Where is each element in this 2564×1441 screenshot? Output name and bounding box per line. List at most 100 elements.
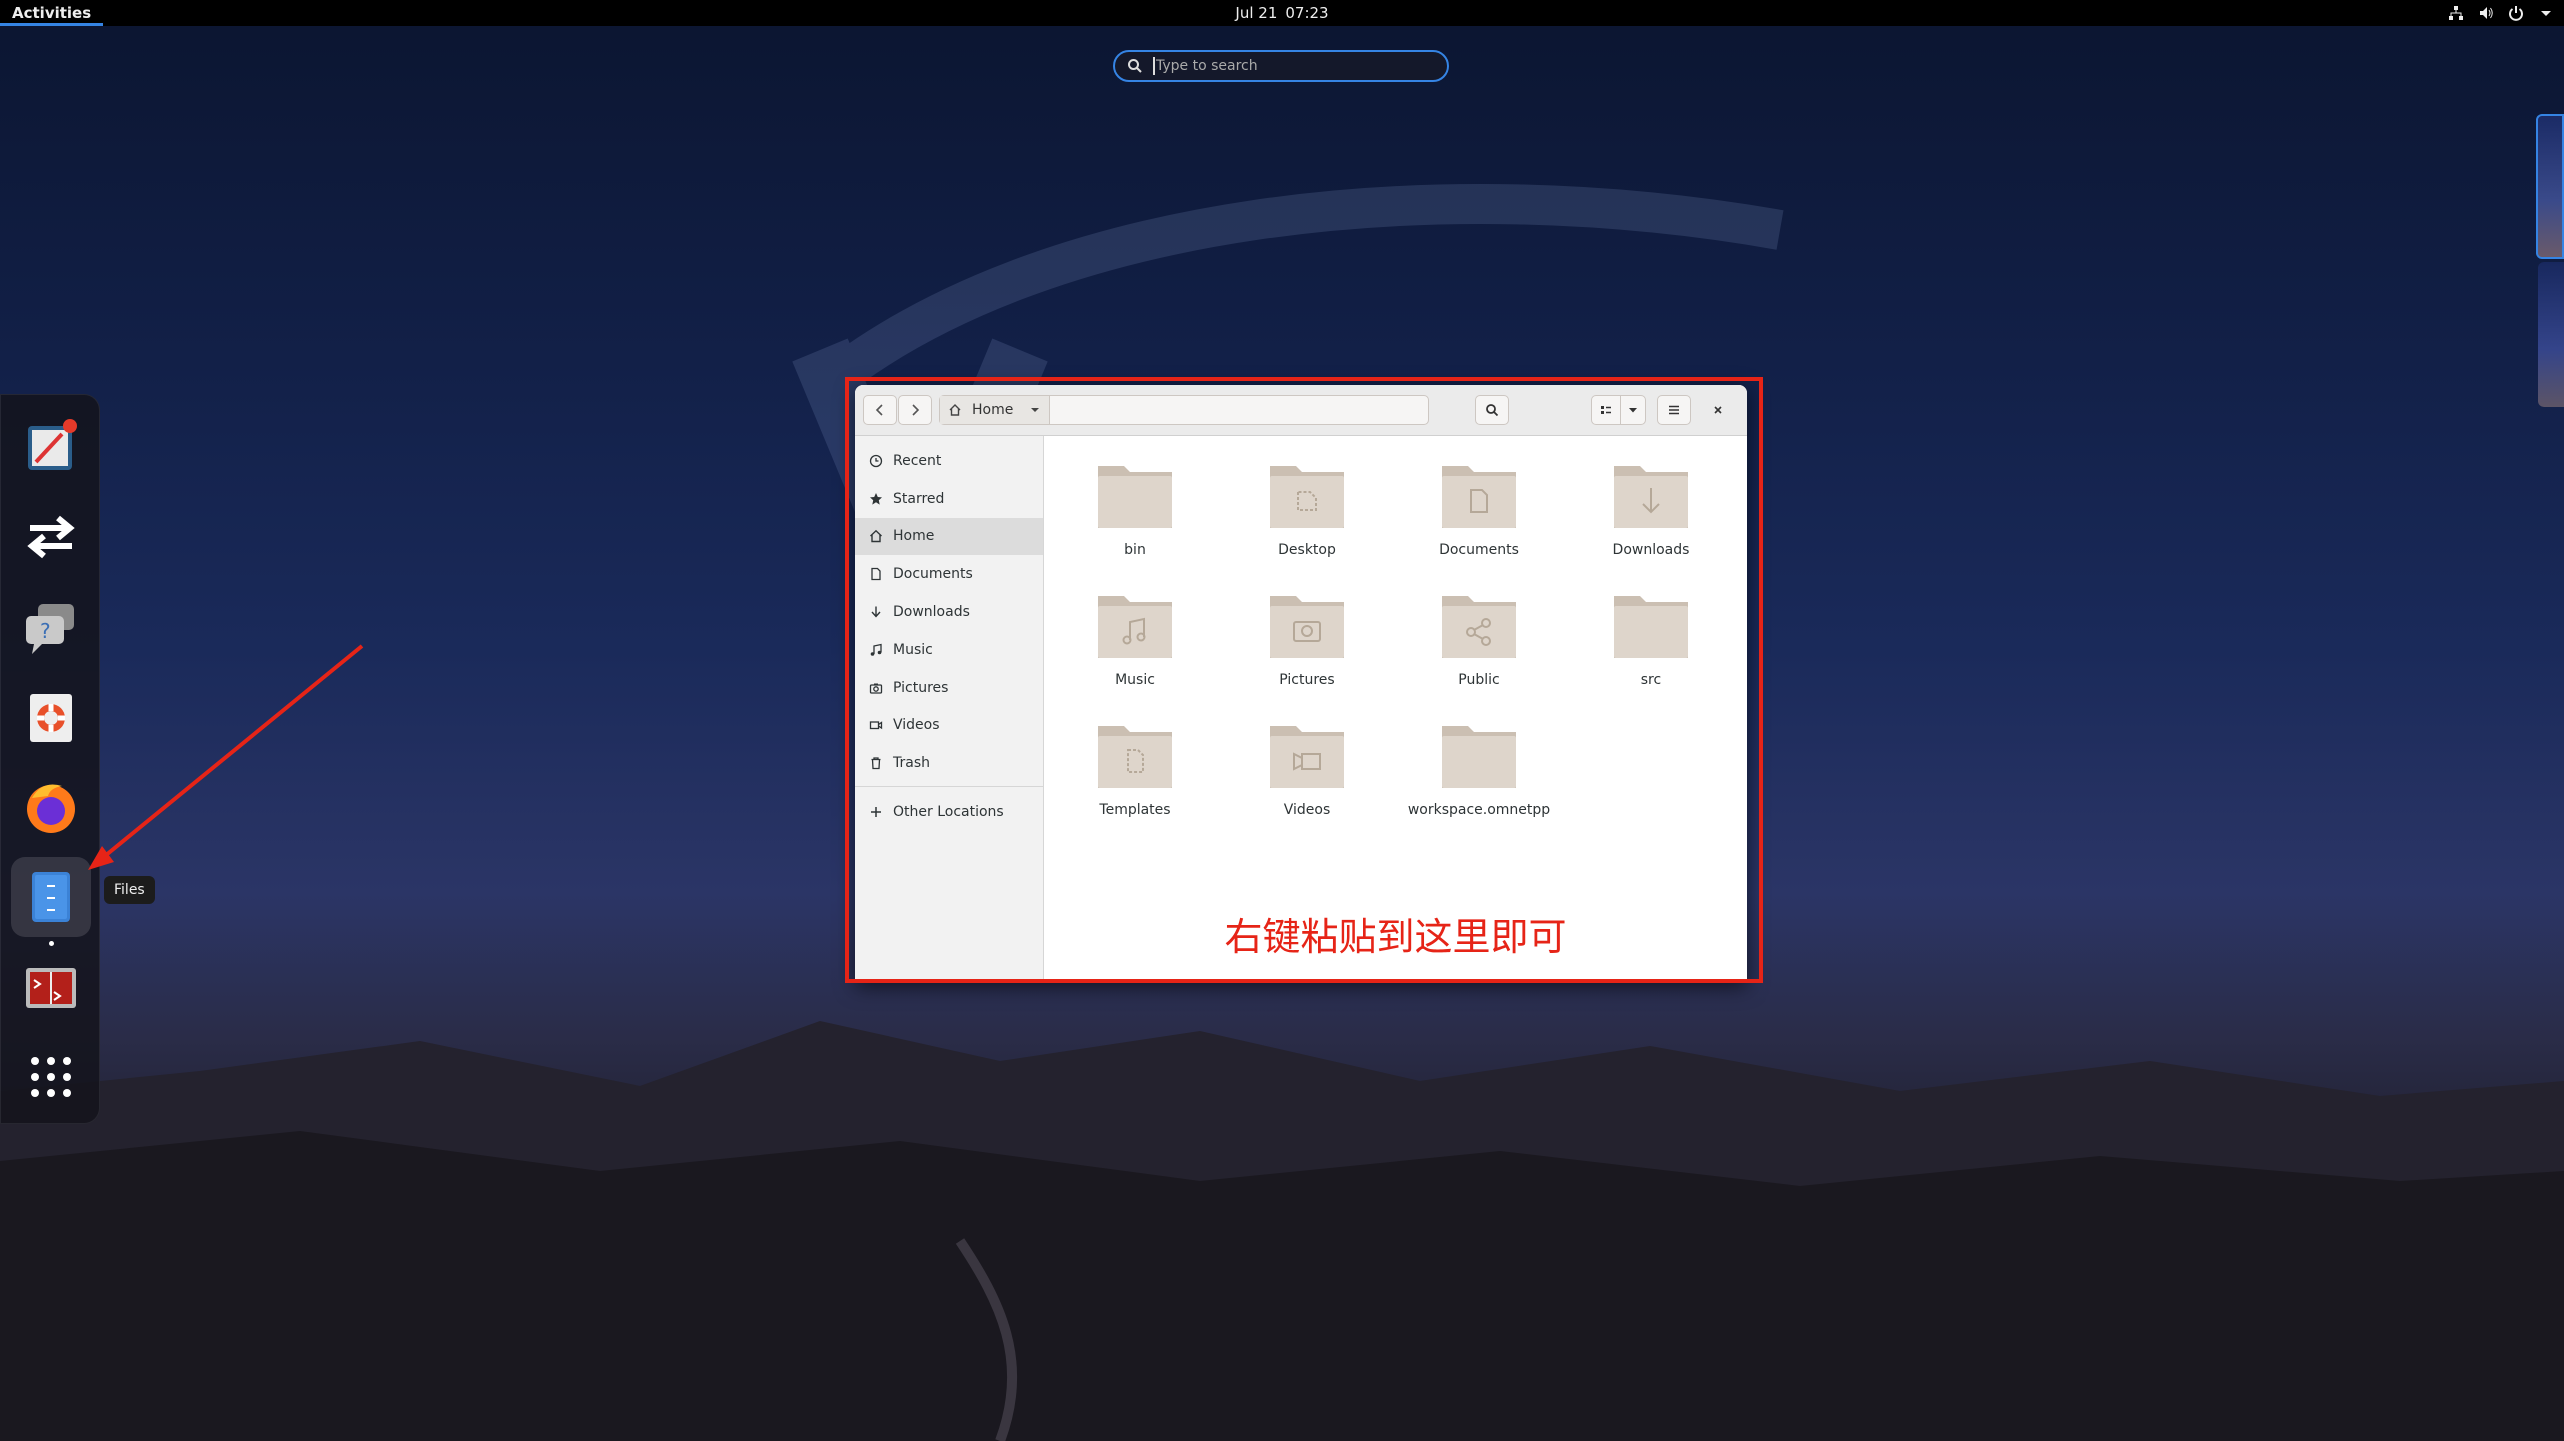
view-mode-button[interactable] [1591,395,1621,425]
location-bar[interactable]: Home [939,395,1429,425]
search-button[interactable] [1475,395,1509,425]
hamburger-menu-icon [1669,405,1679,415]
location-label: Home [972,402,1014,418]
sidebar-item-recent[interactable]: Recent [855,442,1043,480]
sidebar-item-label: Other Locations [893,804,1004,821]
dock-terminal-app[interactable] [11,947,91,1027]
folder-workspace-omnetpp[interactable]: workspace.omnetpp [1404,714,1554,818]
folder-public[interactable]: Public [1404,584,1554,688]
home-icon [949,404,961,416]
sidebar-item-music[interactable]: Music [855,631,1043,669]
sidebar-item-label: Pictures [893,679,949,696]
document-icon [871,568,881,581]
sidebar-item-trash[interactable]: Trash [855,744,1043,782]
list-view-icon [1601,406,1611,414]
music-icon [870,643,882,656]
sidebar-item-downloads[interactable]: Downloads [855,593,1043,631]
landscape-hills [0,1021,2564,1441]
workspace-thumbnail-2[interactable] [2538,262,2564,407]
sidebar-item-label: Downloads [893,604,970,621]
search-icon [1128,59,1142,73]
folder-downloads-icon [1614,466,1688,528]
sidebar-item-label: Home [893,528,935,545]
lifebuoy-icon [30,694,72,742]
sidebar-item-label: Recent [893,452,942,469]
sidebar-item-starred[interactable]: Starred [855,480,1043,518]
forward-button[interactable] [898,395,932,425]
menu-button[interactable] [1657,395,1691,425]
sidebar-item-label: Music [893,641,933,658]
folder-icon [1442,726,1516,788]
network-icon [2449,6,2463,20]
terminal-icon [26,968,76,1008]
clock-icon [869,454,883,468]
dock-files[interactable] [11,857,91,937]
folder-label: Downloads [1612,542,1690,558]
clock-date: Jul 21 [1235,4,1278,22]
folder-view: bin Desktop Documents Downloads Music Pi… [1044,436,1747,983]
dock-help-app[interactable] [11,677,91,757]
folder-pictures[interactable]: Pictures [1232,584,1382,688]
folder-label: Music [1115,672,1155,688]
folder-label: workspace.omnetpp [1407,802,1551,818]
chevron-down-icon [2541,11,2551,16]
svg-text:?: ? [40,619,51,643]
folder-videos-icon [1270,726,1344,788]
chevron-down-icon [1629,408,1637,413]
sidebar-item-pictures[interactable]: Pictures [855,669,1043,707]
folder-downloads[interactable]: Downloads [1576,454,1726,558]
sidebar-item-label: Documents [893,566,973,583]
folder-label: Public [1458,672,1500,688]
files-headerbar: Home [855,385,1747,436]
sidebar-item-label: Videos [893,717,940,734]
dock-app-grid[interactable] [11,1037,91,1117]
folder-desktop[interactable]: Desktop [1232,454,1382,558]
back-button[interactable] [863,395,897,425]
workspace-thumbnail-1[interactable] [2536,114,2564,259]
system-tray[interactable] [2448,0,2554,26]
folder-videos[interactable]: Videos [1232,714,1382,818]
folder-documents[interactable]: Documents [1404,454,1554,558]
sidebar-item-other-locations[interactable]: Other Locations [855,793,1043,831]
dock-help-chat[interactable]: ? [11,587,91,667]
video-icon [869,721,883,730]
help-chat-icon: ? [26,604,74,654]
dock-firefox[interactable] [11,767,91,847]
sidebar-item-home[interactable]: Home [855,517,1043,556]
search-placeholder: Type to search [1156,58,1258,74]
places-sidebar: Recent Starred Home Documents Downloads … [855,436,1044,983]
search-input[interactable]: Type to search [1113,50,1449,82]
chevron-right-icon [912,404,920,416]
location-home-segment[interactable]: Home [940,396,1051,424]
folder-icon [1098,466,1172,528]
folder-label: src [1640,672,1662,688]
folder-label: Documents [1439,542,1519,558]
close-icon [1714,406,1722,414]
dash-dock: ? [0,394,100,1124]
folder-icon [1614,596,1688,658]
sidebar-item-label: Starred [893,490,945,507]
sidebar-item-documents[interactable]: Documents [855,555,1043,593]
sidebar-item-videos[interactable]: Videos [855,707,1043,745]
folder-music[interactable]: Music [1060,584,1210,688]
files-icon [32,872,70,922]
folder-bin[interactable]: bin [1060,454,1210,558]
top-bar: Activities Jul 21 07:23 [0,0,2564,26]
folder-templates[interactable]: Templates [1060,714,1210,818]
chevron-left-icon [875,404,883,416]
close-button[interactable] [1703,395,1733,425]
text-cursor [1153,57,1155,75]
folder-documents-icon [1442,466,1516,528]
firefox-icon [27,784,75,833]
clock[interactable]: Jul 21 07:23 [0,0,2564,26]
search-icon [1486,404,1499,417]
folder-desktop-icon [1270,466,1344,528]
folder-label: bin [1124,542,1146,558]
volume-icon [2480,7,2493,19]
folder-src[interactable]: src [1576,584,1726,688]
view-options-button[interactable] [1620,395,1646,425]
folder-label: Pictures [1279,672,1335,688]
folder-label: Templates [1099,802,1171,818]
dock-transfer-app[interactable] [11,497,91,577]
dock-notes-app[interactable] [11,407,91,487]
